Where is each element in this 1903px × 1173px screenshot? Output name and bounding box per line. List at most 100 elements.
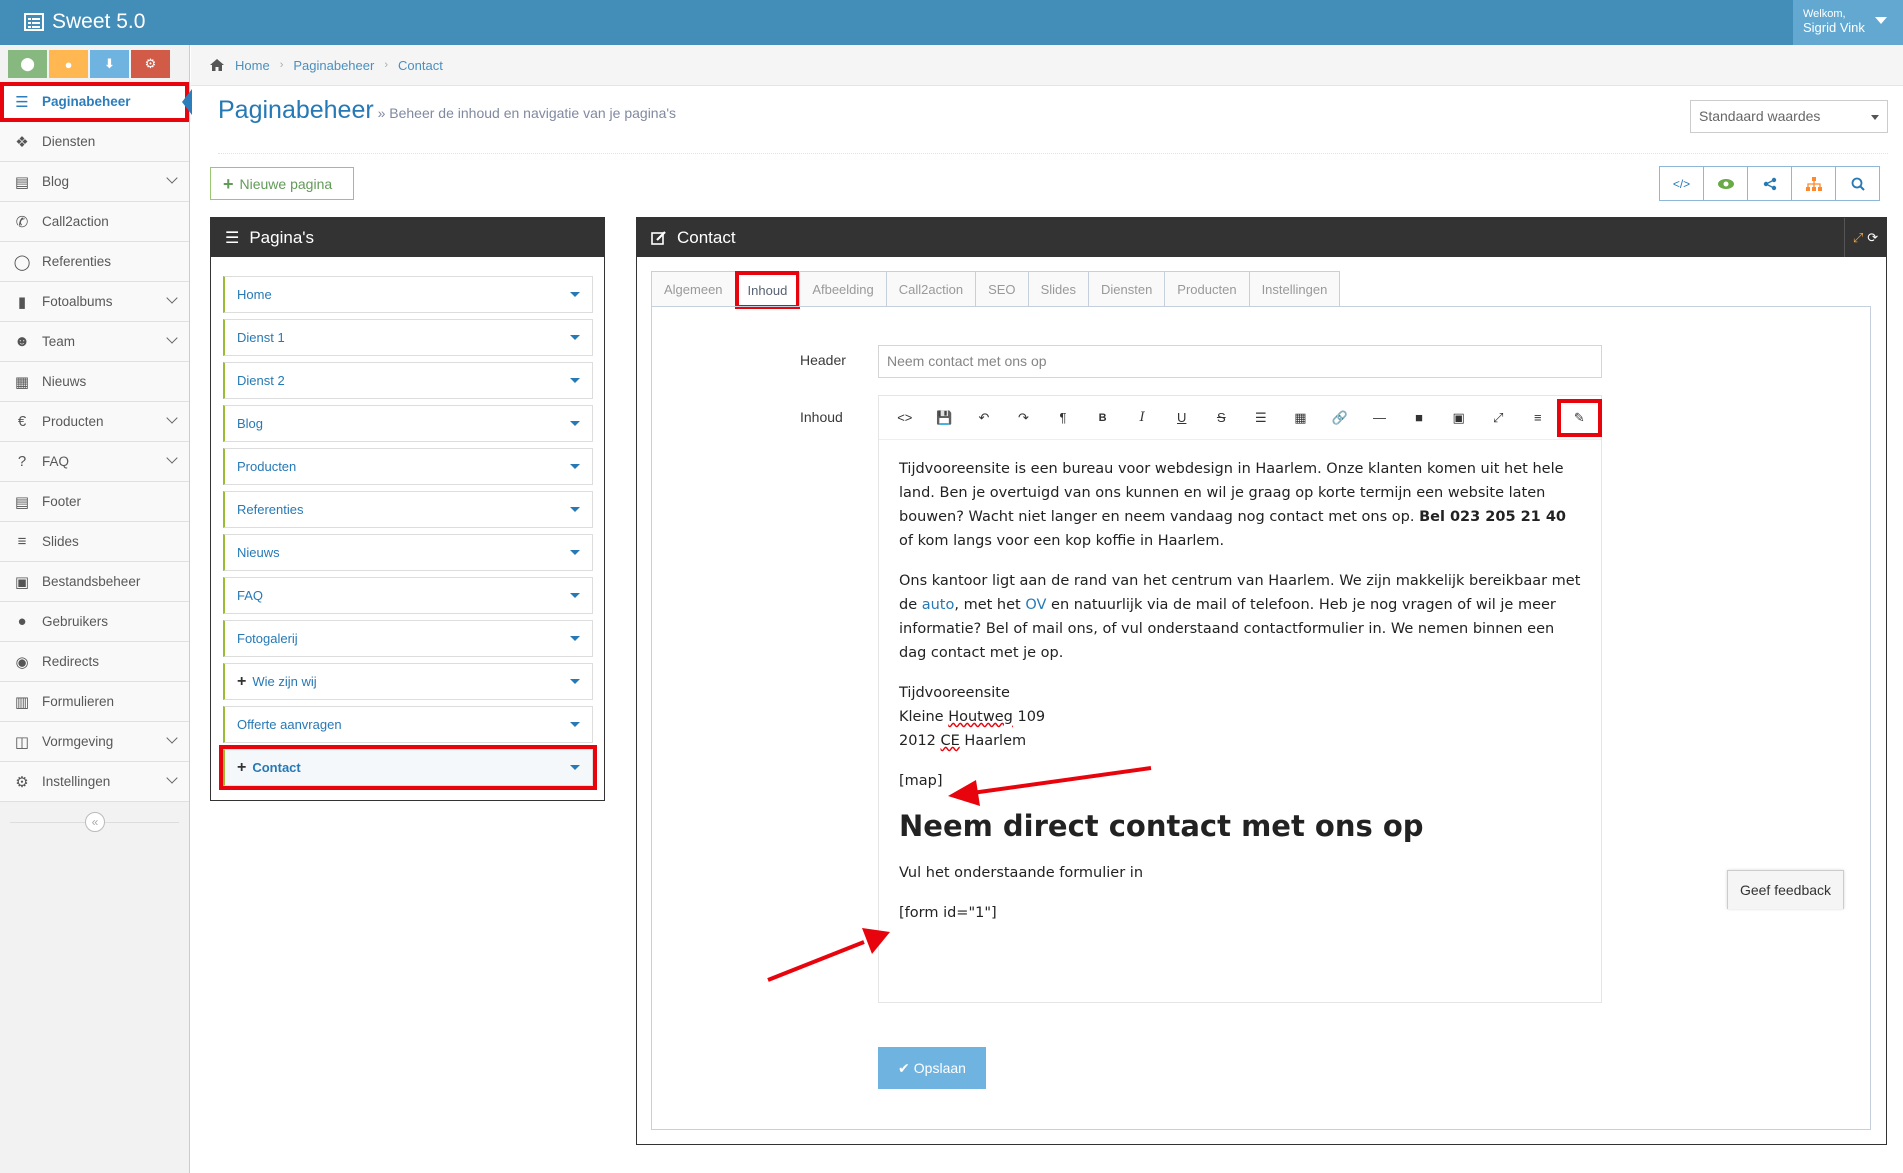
chevron-down-icon[interactable] xyxy=(166,332,178,344)
tab-slides[interactable]: Slides xyxy=(1027,271,1089,307)
video-icon[interactable]: ■ xyxy=(1399,403,1439,433)
caret-down-icon[interactable] xyxy=(570,378,580,383)
tab-algemeen[interactable]: Algemeen xyxy=(651,271,736,307)
breadcrumb-paginabeheer[interactable]: Paginabeheer xyxy=(293,58,374,73)
save-button[interactable]: ✔ Opslaan xyxy=(878,1047,986,1089)
tab-inhoud[interactable]: Inhoud xyxy=(734,271,801,309)
sidebar-item-fotoalbums[interactable]: ▮ Fotoalbums xyxy=(0,282,189,322)
sidebar-item-slides[interactable]: ≡ Slides xyxy=(0,522,189,562)
caret-down-icon[interactable] xyxy=(570,679,580,684)
cogs-icon[interactable]: ⚙ xyxy=(131,50,170,78)
page-item-offerte-aanvragen[interactable]: Offerte aanvragen xyxy=(223,706,593,743)
caret-down-icon[interactable] xyxy=(570,765,580,770)
user-menu[interactable]: Welkom, Sigrid Vink xyxy=(1793,0,1903,45)
user-icon[interactable]: ● xyxy=(49,50,88,78)
italic-icon[interactable]: I xyxy=(1122,403,1162,433)
caret-down-icon[interactable] xyxy=(570,593,580,598)
link-auto[interactable]: auto xyxy=(922,597,955,613)
feedback-button[interactable]: Geef feedback xyxy=(1727,870,1844,909)
underline-icon[interactable]: U xyxy=(1162,403,1202,433)
sidebar-item-vormgeving[interactable]: ◫ Vormgeving xyxy=(0,722,189,762)
chevron-down-icon[interactable] xyxy=(166,452,178,464)
tab-seo[interactable]: SEO xyxy=(975,271,1029,307)
sidebar-item-diensten[interactable]: ❖ Diensten xyxy=(0,122,189,162)
breadcrumb-home[interactable]: Home xyxy=(235,58,270,73)
fullscreen-icon[interactable]: ⤢ xyxy=(1478,403,1518,433)
default-values-select[interactable]: Standaard waardes xyxy=(1690,100,1888,133)
bold-icon[interactable]: B xyxy=(1083,403,1123,433)
sidebar-item-gebruikers[interactable]: ● Gebruikers xyxy=(0,602,189,642)
brand[interactable]: Sweet 5.0 xyxy=(24,10,145,34)
sidebar-item-blog[interactable]: ▤ Blog xyxy=(0,162,189,202)
page-item-fotogalerij[interactable]: Fotogalerij xyxy=(223,620,593,657)
list-icon[interactable]: ☰ xyxy=(1241,403,1281,433)
sidebar-item-formulieren[interactable]: ▥ Formulieren xyxy=(0,682,189,722)
sidebar-item-producten[interactable]: € Producten xyxy=(0,402,189,442)
sidebar-item-bestandsbeheer[interactable]: ▣ Bestandsbeheer xyxy=(0,562,189,602)
align-icon[interactable]: ≡ xyxy=(1518,403,1558,433)
breadcrumb-contact[interactable]: Contact xyxy=(398,58,443,73)
caret-down-icon[interactable] xyxy=(570,464,580,469)
chevron-down-icon[interactable] xyxy=(166,732,178,744)
caret-down-icon[interactable] xyxy=(570,421,580,426)
expand-icon[interactable]: ⤢ xyxy=(1853,230,1863,246)
page-item-contact[interactable]: + Contact xyxy=(219,745,597,790)
strikethrough-icon[interactable]: S xyxy=(1202,403,1242,433)
sidebar-item-referenties[interactable]: ◯ Referenties xyxy=(0,242,189,282)
link-icon[interactable]: 🔗 xyxy=(1320,403,1360,433)
wysiwyg-content[interactable]: Tijdvooreensite is een bureau voor webde… xyxy=(879,440,1601,925)
sidebar-item-team[interactable]: ☻ Team xyxy=(0,322,189,362)
page-item-home[interactable]: Home xyxy=(223,276,593,313)
tab-diensten[interactable]: Diensten xyxy=(1087,271,1166,307)
sidebar-collapse[interactable]: « xyxy=(0,802,189,842)
new-page-button[interactable]: + Nieuwe pagina xyxy=(210,167,354,200)
sidebar-item-faq[interactable]: ? FAQ xyxy=(0,442,189,482)
table-icon[interactable]: ▦ xyxy=(1281,403,1321,433)
chevron-down-icon[interactable] xyxy=(166,772,178,784)
redo-icon[interactable]: ↷ xyxy=(1004,403,1044,433)
page-item-faq[interactable]: FAQ xyxy=(223,577,593,614)
tab-instellingen[interactable]: Instellingen xyxy=(1248,271,1341,307)
search-icon[interactable] xyxy=(1835,166,1880,201)
page-item-referenties[interactable]: Referenties xyxy=(223,491,593,528)
plus-icon[interactable]: + xyxy=(237,673,246,691)
sidebar-item-paginabeheer[interactable]: ☰ Paginabeheer xyxy=(0,82,192,122)
page-item-wie-zijn-wij[interactable]: + Wie zijn wij xyxy=(223,663,593,700)
chevron-down-icon[interactable] xyxy=(166,172,178,184)
caret-down-icon[interactable] xyxy=(570,507,580,512)
code-icon[interactable]: </> xyxy=(1659,166,1704,201)
caret-down-icon[interactable] xyxy=(570,335,580,340)
caret-down-icon[interactable] xyxy=(570,550,580,555)
paragraph-icon[interactable]: ¶ xyxy=(1043,403,1083,433)
caret-down-icon[interactable] xyxy=(570,722,580,727)
chevron-down-icon[interactable] xyxy=(166,292,178,304)
sidebar-item-nieuws[interactable]: ▦ Nieuws xyxy=(0,362,189,402)
sidebar-item-footer[interactable]: ▤ Footer xyxy=(0,482,189,522)
plus-icon[interactable]: + xyxy=(237,759,246,777)
page-item-blog[interactable]: Blog xyxy=(223,405,593,442)
undo-icon[interactable]: ↶ xyxy=(964,403,1004,433)
sidebar-item-call2action[interactable]: ✆ Call2action xyxy=(0,202,189,242)
tab-afbeelding[interactable]: Afbeelding xyxy=(799,271,887,307)
sidebar-item-instellingen[interactable]: ⚙ Instellingen xyxy=(0,762,189,802)
caret-down-icon[interactable] xyxy=(570,292,580,297)
page-item-producten[interactable]: Producten xyxy=(223,448,593,485)
chevron-down-icon[interactable] xyxy=(166,412,178,424)
wysiwyg-editor[interactable]: <> 💾 ↶ ↷ ¶ B I U S ☰ ▦ 🔗 — ■ ▣ ⤢ ≡ ✎ Tijdvooreensite is e… xyxy=(878,395,1603,1003)
double-chevron-left-icon[interactable]: « xyxy=(85,812,105,832)
tab-call2action[interactable]: Call2action xyxy=(885,271,977,307)
code-view-icon[interactable]: <> xyxy=(885,403,925,433)
share-icon[interactable] xyxy=(1747,166,1792,201)
horizontal-rule-icon[interactable]: — xyxy=(1360,403,1400,433)
download-icon[interactable]: ⬇ xyxy=(90,50,129,78)
home-icon[interactable] xyxy=(209,58,225,72)
sidebar-item-redirects[interactable]: ◉ Redirects xyxy=(0,642,189,682)
save-icon[interactable]: 💾 xyxy=(925,403,965,433)
plugin-icon[interactable]: ✎ xyxy=(1556,398,1603,437)
tab-producten[interactable]: Producten xyxy=(1164,271,1250,307)
header-input[interactable]: Neem contact met ons op xyxy=(878,345,1602,378)
page-item-dienst-2[interactable]: Dienst 2 xyxy=(223,362,593,399)
refresh-icon[interactable]: ⟳ xyxy=(1867,230,1878,246)
image-icon[interactable]: ▣ xyxy=(1439,403,1479,433)
map-marker-icon[interactable]: ⬤ xyxy=(8,50,47,78)
